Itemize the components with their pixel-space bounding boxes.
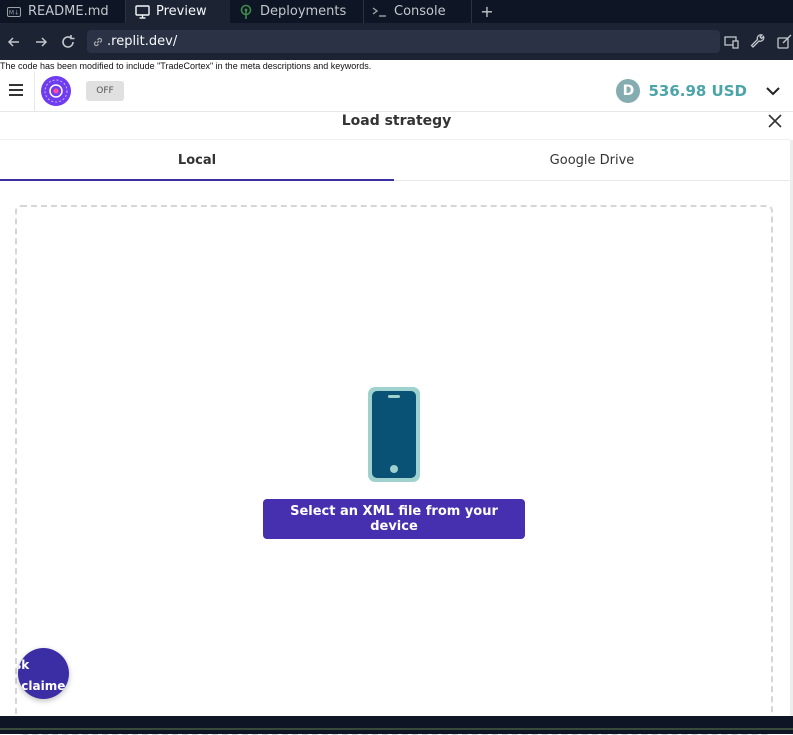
monitor-icon: [134, 4, 150, 20]
tab-label: Local: [177, 152, 217, 168]
arrow-right-icon: [35, 36, 47, 47]
tab-label: README.md: [28, 4, 109, 19]
tab-label: Deployments: [260, 4, 347, 19]
tab-label: Preview: [156, 4, 207, 19]
forward-button[interactable]: [27, 23, 54, 60]
account-balance[interactable]: D 536.98 USD: [616, 79, 747, 103]
modal-tabs: Local Google Drive: [0, 140, 790, 181]
terminal-icon: [372, 4, 388, 20]
phone-icon: [368, 387, 420, 482]
modal-title: Load strategy: [341, 113, 452, 129]
currency-icon: D: [616, 79, 641, 103]
logo: [41, 76, 71, 106]
tab-console[interactable]: Console: [364, 0, 472, 23]
tab-label: Console: [394, 4, 446, 19]
reload-icon: [61, 34, 74, 48]
chevron-down-icon[interactable]: [765, 84, 781, 98]
tab-readme[interactable]: M↓ README.md: [0, 0, 126, 23]
url-input[interactable]: .replit.dev/: [87, 30, 720, 53]
reload-button[interactable]: [54, 23, 81, 60]
select-xml-button[interactable]: Select an XML file from your device: [263, 499, 525, 539]
deploy-icon: [238, 4, 254, 20]
link-icon: [91, 35, 105, 49]
open-external-icon[interactable]: [775, 33, 793, 51]
url-text: .replit.dev/: [107, 34, 178, 49]
address-bar: .replit.dev/: [0, 23, 793, 60]
risk-line-1: isk: [18, 658, 30, 672]
devices-icon[interactable]: [723, 33, 741, 51]
tab-preview[interactable]: Preview: [126, 0, 230, 23]
bot-toggle-button[interactable]: OFF: [86, 81, 124, 101]
back-button[interactable]: [0, 23, 27, 60]
app-header: OFF D 536.98 USD: [0, 72, 793, 112]
address-actions: [723, 23, 793, 60]
tab-label: Google Drive: [549, 152, 635, 168]
menu-icon[interactable]: [9, 84, 23, 96]
tab-local[interactable]: Local: [0, 140, 394, 181]
arrow-left-icon: [7, 36, 19, 47]
markdown-icon: M↓: [6, 4, 22, 20]
tab-google-drive[interactable]: Google Drive: [394, 140, 790, 180]
tab-deployments[interactable]: Deployments: [230, 0, 364, 23]
bottom-bar: [0, 716, 793, 734]
risk-disclaimer-button[interactable]: isk isclaime: [18, 648, 69, 699]
browser-tab-strip: M↓ README.md Preview Deployments Console…: [0, 0, 793, 23]
wrench-icon[interactable]: [749, 33, 767, 51]
new-tab-button[interactable]: +: [472, 0, 502, 23]
svg-text:M↓: M↓: [9, 9, 19, 16]
modification-notice: The code has been modified to include "T…: [0, 61, 372, 71]
balance-value: 536.98 USD: [648, 82, 747, 100]
risk-line-2: isclaime: [18, 679, 66, 693]
close-icon[interactable]: [767, 113, 783, 129]
